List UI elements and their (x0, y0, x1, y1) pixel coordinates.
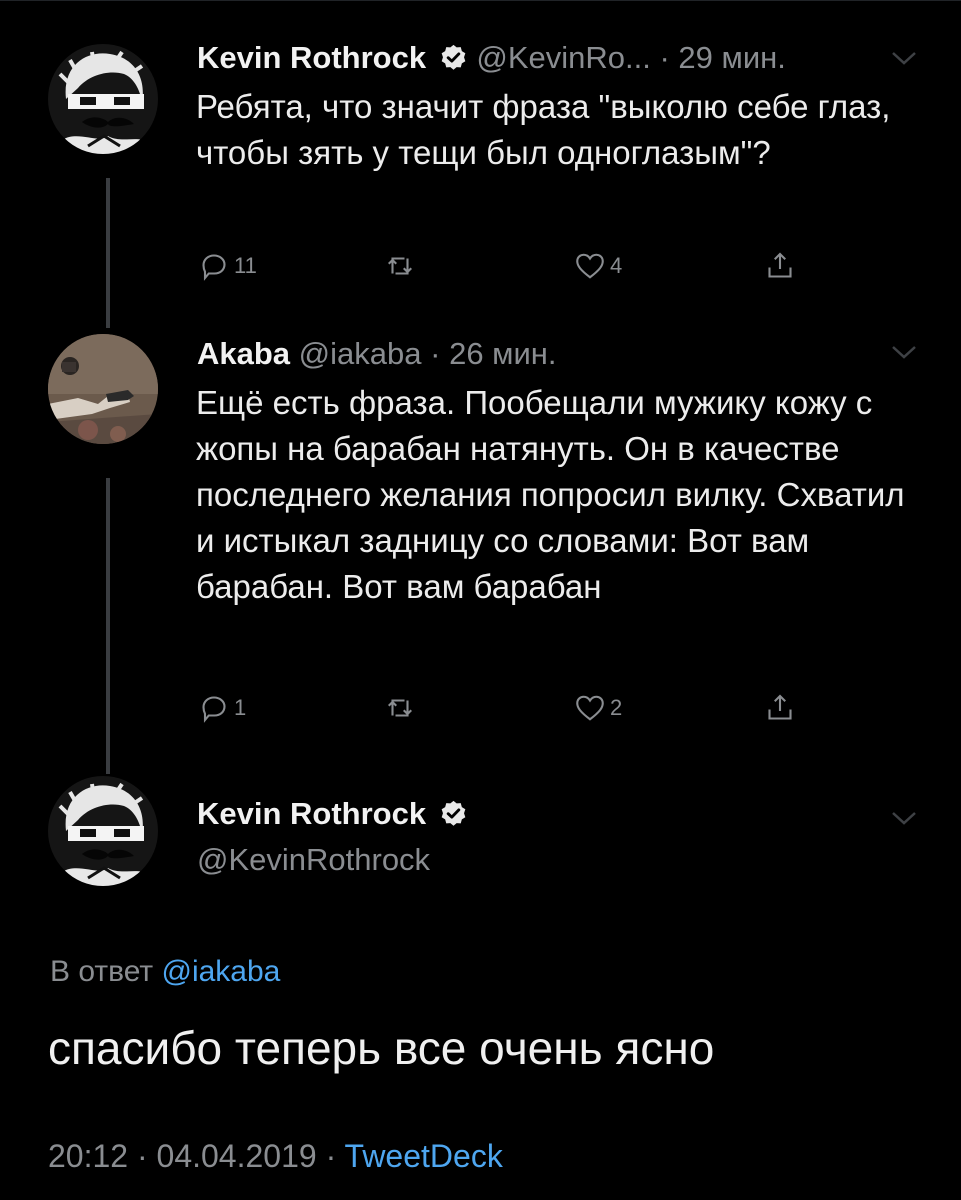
reply-icon (202, 254, 226, 281)
like-button[interactable]: 2 (572, 688, 622, 728)
tweet-date[interactable]: 04.04.2019 (157, 1138, 317, 1174)
author-name[interactable]: Akaba (197, 336, 290, 371)
author-handle[interactable]: @KevinRo... (476, 40, 650, 75)
tweet-source-link[interactable]: TweetDeck (345, 1138, 503, 1174)
like-icon (576, 695, 604, 721)
reply-button[interactable]: 1 (196, 688, 246, 728)
share-button[interactable] (762, 688, 798, 728)
separator-dot: · (430, 336, 441, 371)
reply-context: В ответ @iakaba (50, 952, 280, 992)
reply-icon (202, 696, 226, 723)
tweet-1-header: Kevin Rothrock @KevinRo... · 29 мин. (197, 38, 901, 78)
like-icon (576, 253, 604, 279)
reply-mention-link[interactable]: @iakaba (161, 955, 280, 988)
verified-badge-icon (441, 44, 466, 70)
avatar-kevin-main-image (48, 776, 158, 886)
main-tweet-header: Kevin Rothrock (197, 794, 901, 834)
separator-dot: · (659, 40, 670, 75)
tweet-1[interactable]: Kevin Rothrock @KevinRo... · 29 мин. Реб… (0, 0, 961, 320)
tweet-2-actions: 1 2 (196, 688, 816, 728)
chevron-down-icon[interactable] (891, 810, 917, 826)
avatar-akaba[interactable] (48, 334, 158, 444)
retweet-icon (388, 257, 412, 275)
reply-count: 1 (234, 695, 247, 720)
like-count: 4 (610, 253, 623, 278)
tweet-2-header: Akaba @iakaba · 26 мин. (197, 334, 901, 374)
main-author-handle[interactable]: @KevinRothrock (197, 840, 430, 880)
tweet-text: Ребята, что значит фраза "выколю себе гл… (196, 88, 891, 171)
separator-dot: · (136, 1138, 148, 1174)
retweet-icon (388, 699, 412, 717)
tweet-timestamp[interactable]: 20:12 (48, 1138, 128, 1174)
tweet-text: Ещё есть фраза. Пообещали мужику кожу с … (196, 384, 905, 605)
author-handle[interactable]: @iakaba (299, 336, 422, 371)
like-button[interactable]: 4 (572, 246, 622, 286)
like-count: 2 (610, 695, 623, 720)
avatar-kevin[interactable] (48, 44, 158, 154)
share-icon (768, 694, 792, 720)
tweet-time[interactable]: 29 мин. (678, 40, 785, 75)
reply-button[interactable]: 11 (196, 246, 257, 286)
chevron-down-icon[interactable] (891, 50, 917, 66)
reply-count: 11 (234, 253, 257, 278)
chevron-down-icon[interactable] (891, 344, 917, 360)
separator-dot: · (325, 1138, 337, 1174)
tweet-1-actions: 11 4 (196, 246, 816, 286)
author-name[interactable]: Kevin Rothrock (197, 40, 426, 75)
tweet-time[interactable]: 26 мин. (449, 336, 556, 371)
avatar-kevin-main[interactable] (48, 776, 158, 886)
main-tweet-text: спасибо теперь все очень ясно (48, 1022, 715, 1074)
tweet-meta: 20:12 · 04.04.2019 · TweetDeck (48, 1134, 503, 1178)
tweet-2[interactable]: Akaba @iakaba · 26 мин. Ещё есть фраза. … (0, 320, 961, 760)
author-name[interactable]: Kevin Rothrock (197, 796, 426, 831)
share-button[interactable] (762, 246, 798, 286)
retweet-button[interactable] (382, 246, 418, 286)
retweet-button[interactable] (382, 688, 418, 728)
verified-badge-icon (441, 800, 466, 826)
avatar-akaba-image (48, 334, 158, 444)
reply-prefix: В ответ (50, 955, 154, 988)
share-icon (768, 252, 792, 278)
avatar-kevin-image (48, 44, 158, 154)
